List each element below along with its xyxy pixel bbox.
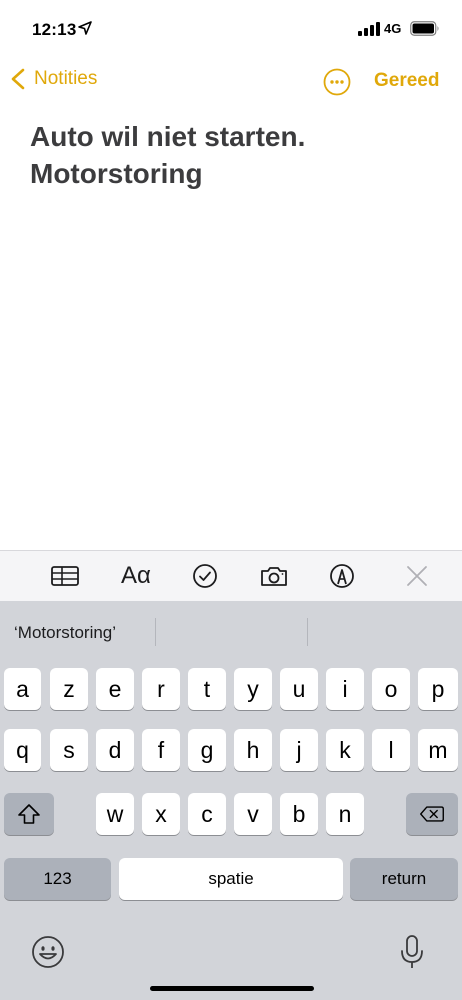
camera-button[interactable] <box>256 559 292 593</box>
markup-pen-icon <box>330 564 354 588</box>
close-icon <box>407 566 427 586</box>
format-toolbar: Aα <box>0 550 462 602</box>
key-k[interactable]: k <box>326 729 364 771</box>
key-v[interactable]: v <box>234 793 272 835</box>
camera-icon <box>261 567 287 586</box>
back-button[interactable]: Notities <box>10 68 97 90</box>
network-type: 4G <box>384 21 402 36</box>
done-button[interactable]: Gereed <box>374 70 439 92</box>
more-options-icon[interactable] <box>323 68 351 96</box>
status-bar: 12:13 4G <box>0 0 462 60</box>
key-f[interactable]: f <box>142 729 180 771</box>
checklist-icon <box>193 564 217 588</box>
text-format-button[interactable]: Aα <box>118 559 154 593</box>
key-m[interactable]: m <box>418 729 458 771</box>
home-indicator <box>150 986 314 991</box>
key-b[interactable]: b <box>280 793 318 835</box>
key-c[interactable]: c <box>188 793 226 835</box>
key-o[interactable]: o <box>372 668 410 710</box>
key-g[interactable]: g <box>188 729 226 771</box>
markup-button[interactable] <box>324 559 360 593</box>
key-u[interactable]: u <box>280 668 318 710</box>
space-key[interactable]: spatie <box>119 858 343 900</box>
navigation-bar: Notities Gereed <box>0 60 462 104</box>
checklist-button[interactable] <box>187 559 223 593</box>
shift-key[interactable] <box>4 793 54 835</box>
key-d[interactable]: d <box>96 729 134 771</box>
suggestion-divider <box>307 618 308 646</box>
table-icon <box>51 566 79 586</box>
key-h[interactable]: h <box>234 729 272 771</box>
emoji-icon[interactable] <box>30 934 66 970</box>
return-key[interactable]: return <box>350 858 458 900</box>
text-format-label: Aα <box>121 562 151 589</box>
keyboard: ‘Motorstoring’ a z e r t y u i o p q s d… <box>0 601 462 1000</box>
battery-icon <box>410 21 439 36</box>
suggestion-item[interactable]: ‘Motorstoring’ <box>14 623 116 643</box>
key-p[interactable]: p <box>418 668 458 710</box>
key-a[interactable]: a <box>4 668 41 710</box>
key-y[interactable]: y <box>234 668 272 710</box>
key-n[interactable]: n <box>326 793 364 835</box>
table-button[interactable] <box>47 559 83 593</box>
back-button-label: Notities <box>34 68 98 89</box>
key-j[interactable]: j <box>280 729 318 771</box>
key-x[interactable]: x <box>142 793 180 835</box>
suggestion-bar: ‘Motorstoring’ <box>0 601 462 663</box>
status-time: 12:13 <box>32 20 77 39</box>
location-arrow-icon <box>78 21 92 35</box>
close-toolbar-button[interactable] <box>399 559 435 593</box>
key-s[interactable]: s <box>50 729 88 771</box>
numbers-key[interactable]: 123 <box>4 858 111 900</box>
key-l[interactable]: l <box>372 729 410 771</box>
key-r[interactable]: r <box>142 668 180 710</box>
key-z[interactable]: z <box>50 668 88 710</box>
key-q[interactable]: q <box>4 729 41 771</box>
chevron-left-icon <box>11 68 25 90</box>
backspace-key[interactable] <box>406 793 458 835</box>
key-e[interactable]: e <box>96 668 134 710</box>
key-w[interactable]: w <box>96 793 134 835</box>
note-title-line-2: Motorstoring <box>30 158 203 189</box>
cellular-signal-icon <box>358 22 380 36</box>
microphone-icon[interactable] <box>398 933 426 971</box>
note-title-line-1: Auto wil niet starten. <box>30 121 306 152</box>
backspace-icon <box>420 806 444 822</box>
suggestion-divider <box>155 618 156 646</box>
key-t[interactable]: t <box>188 668 226 710</box>
key-i[interactable]: i <box>326 668 364 710</box>
shift-icon <box>18 804 40 824</box>
note-body[interactable]: Auto wil niet starten. Motorstoring <box>30 118 430 192</box>
